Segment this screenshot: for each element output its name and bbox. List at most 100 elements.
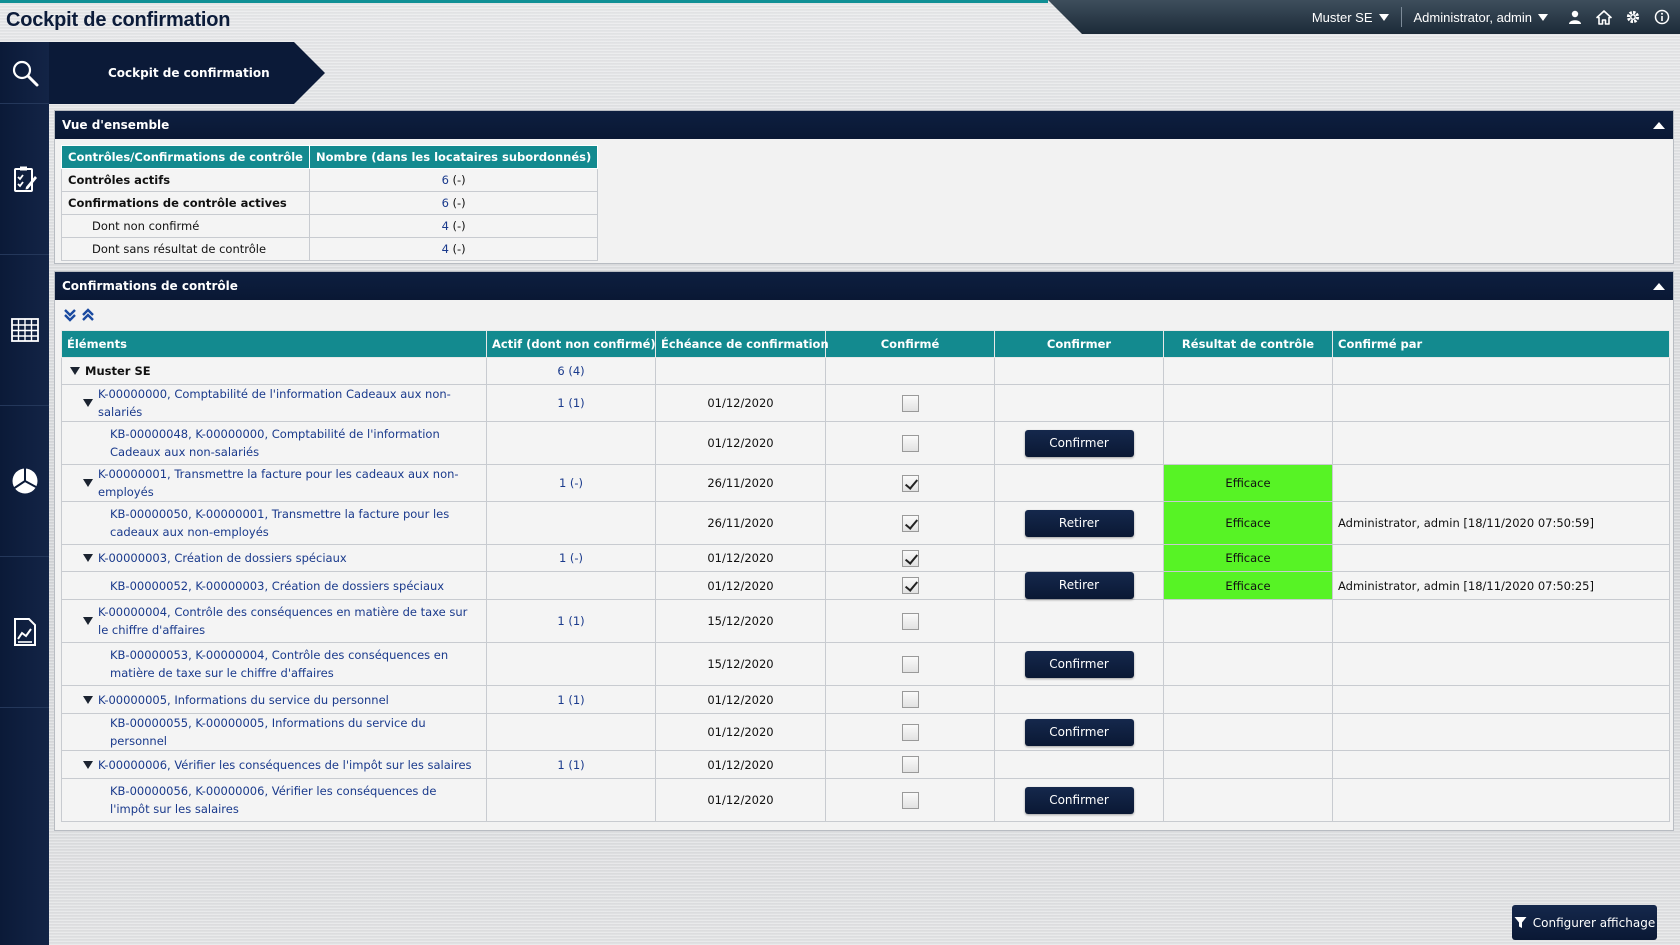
tree-toolbar [55, 300, 1673, 330]
expand-toggle-icon[interactable] [83, 399, 93, 407]
cell-confirmed [825, 421, 995, 465]
cell-confirmed-by [1332, 421, 1670, 465]
home-icon[interactable] [1589, 0, 1618, 34]
expand-toggle-icon[interactable] [83, 617, 93, 625]
sidebar-item-calendar[interactable] [0, 255, 49, 406]
overview-header-count: Nombre (dans les locataires subordonnés) [308, 145, 599, 169]
confirmed-checkbox[interactable] [901, 549, 919, 567]
tenant-selector[interactable]: Muster SE [1300, 10, 1401, 25]
active-count-link[interactable]: 1 (1) [557, 614, 584, 628]
confirmations-table: Éléments Actif (dont non confirmé) Échéa… [61, 330, 1670, 822]
calendar-grid-icon [10, 318, 39, 342]
info-icon[interactable] [1647, 0, 1676, 34]
confirmations-panel-header: Confirmations de contrôle [55, 272, 1673, 300]
overview-count-link[interactable]: 6 [442, 173, 449, 187]
cell-confirmed [825, 357, 995, 385]
overview-count-link[interactable]: 6 [442, 196, 449, 210]
confirmed-checkbox[interactable] [901, 756, 919, 773]
collapse-icon[interactable] [1653, 121, 1665, 129]
confirmed-checkbox[interactable] [901, 394, 919, 412]
cell-result: Efficace [1163, 464, 1333, 502]
confirmed-checkbox[interactable] [901, 791, 919, 809]
cell-element: KB-00000053, K-00000004, Contrôle des co… [61, 642, 487, 686]
header-accent-line [0, 0, 1048, 3]
cell-element: KB-00000055, K-00000005, Informations du… [61, 713, 487, 751]
control-link[interactable]: K-00000005, Informations du service du p… [98, 691, 389, 709]
control-confirmation-link[interactable]: KB-00000050, K-00000001, Transmettre la … [110, 505, 477, 541]
cell-active: 1 (-) [486, 544, 656, 572]
overview-count-link[interactable]: 4 [442, 242, 449, 256]
cell-due-date: 15/12/2020 [655, 599, 826, 643]
overview-count-suffix: (-) [448, 219, 466, 233]
column-header-confirmed-by: Confirmé par [1332, 330, 1670, 358]
cell-confirm-action: Confirmer [994, 421, 1164, 465]
control-confirmation-link[interactable]: KB-00000056, K-00000006, Vérifier les co… [110, 782, 477, 818]
cell-due-date: 01/12/2020 [655, 544, 826, 572]
confirm-button[interactable]: Confirmer [1024, 786, 1134, 814]
control-confirmation-link[interactable]: KB-00000055, K-00000005, Informations du… [110, 714, 477, 750]
cell-result [1163, 778, 1333, 822]
expand-toggle-icon[interactable] [70, 367, 80, 375]
active-count-link[interactable]: 6 (4) [557, 364, 584, 378]
cell-due-date: 01/12/2020 [655, 571, 826, 600]
cell-element: K-00000004, Contrôle des conséquences en… [61, 599, 487, 643]
cell-due-date: 15/12/2020 [655, 642, 826, 686]
confirmed-checkbox[interactable] [901, 612, 919, 630]
cell-element: Muster SE [61, 357, 487, 385]
user-icon[interactable] [1560, 0, 1589, 34]
withdraw-button[interactable]: Retirer [1024, 572, 1134, 599]
active-count-link[interactable]: 1 (1) [557, 693, 584, 707]
active-count-link[interactable]: 1 (1) [557, 758, 584, 772]
overview-count-suffix: (-) [448, 196, 466, 210]
collapse-icon[interactable] [1653, 282, 1665, 290]
configure-display-button[interactable]: Configurer affichage [1512, 905, 1657, 940]
control-link[interactable]: K-00000000, Comptabilité de l'informatio… [98, 385, 481, 421]
expand-all-icon[interactable] [63, 308, 77, 322]
cell-confirmed-by [1332, 384, 1670, 422]
confirm-button[interactable]: Confirmer [1024, 650, 1134, 678]
expand-toggle-icon[interactable] [83, 479, 93, 487]
table-row: K-00000004, Contrôle des conséquences en… [61, 599, 1670, 643]
active-count-link[interactable]: 1 (-) [559, 551, 583, 565]
control-confirmation-link[interactable]: KB-00000048, K-00000000, Comptabilité de… [110, 425, 477, 461]
cell-confirm-action [994, 464, 1164, 502]
confirmed-checkbox[interactable] [901, 577, 919, 594]
control-confirmation-link[interactable]: KB-00000052, K-00000003, Création de dos… [110, 577, 444, 595]
confirm-button[interactable]: Confirmer [1024, 718, 1134, 746]
column-header-due: Échéance de confirmation [655, 330, 829, 358]
confirmed-checkbox[interactable] [901, 691, 919, 708]
expand-toggle-icon[interactable] [83, 554, 93, 562]
confirmed-checkbox[interactable] [901, 474, 919, 492]
table-row: KB-00000050, K-00000001, Transmettre la … [61, 501, 1670, 545]
gear-icon[interactable] [1618, 0, 1647, 34]
sidebar-item-checklist[interactable] [0, 104, 49, 255]
user-label: Administrator, admin [1413, 9, 1533, 25]
active-count-link[interactable]: 1 (-) [559, 476, 583, 490]
sidebar-item-reports[interactable] [0, 557, 49, 708]
confirmed-checkbox[interactable] [901, 655, 919, 673]
confirmed-checkbox[interactable] [901, 434, 919, 452]
confirmed-checkbox[interactable] [901, 723, 919, 741]
cell-confirmed-by [1332, 544, 1670, 572]
cell-due-date: 01/12/2020 [655, 384, 826, 422]
overview-row-label: Contrôles actifs [61, 168, 310, 192]
control-link[interactable]: K-00000003, Création de dossiers spéciau… [98, 549, 347, 567]
expand-toggle-icon[interactable] [83, 760, 93, 769]
control-confirmation-link[interactable]: KB-00000053, K-00000004, Contrôle des co… [110, 646, 477, 682]
collapse-all-icon[interactable] [81, 308, 95, 322]
sidebar-item-dashboard[interactable] [0, 406, 49, 557]
table-row: K-00000006, Vérifier les conséquences de… [61, 750, 1670, 779]
control-link[interactable]: K-00000001, Transmettre la facture pour … [98, 465, 481, 501]
tenant-node-label: Muster SE [85, 364, 151, 378]
active-count-link[interactable]: 1 (1) [557, 396, 584, 410]
control-link[interactable]: K-00000004, Contrôle des conséquences en… [98, 603, 481, 639]
confirmed-checkbox[interactable] [901, 514, 919, 532]
withdraw-button[interactable]: Retirer [1024, 509, 1134, 537]
control-link[interactable]: K-00000006, Vérifier les conséquences de… [98, 756, 472, 774]
breadcrumb[interactable]: Cockpit de confirmation [49, 42, 325, 104]
sidebar-item-search[interactable] [0, 42, 49, 104]
expand-toggle-icon[interactable] [83, 695, 93, 704]
confirm-button[interactable]: Confirmer [1024, 429, 1134, 457]
overview-count-link[interactable]: 4 [442, 219, 449, 233]
user-selector[interactable]: Administrator, admin [1402, 10, 1561, 25]
